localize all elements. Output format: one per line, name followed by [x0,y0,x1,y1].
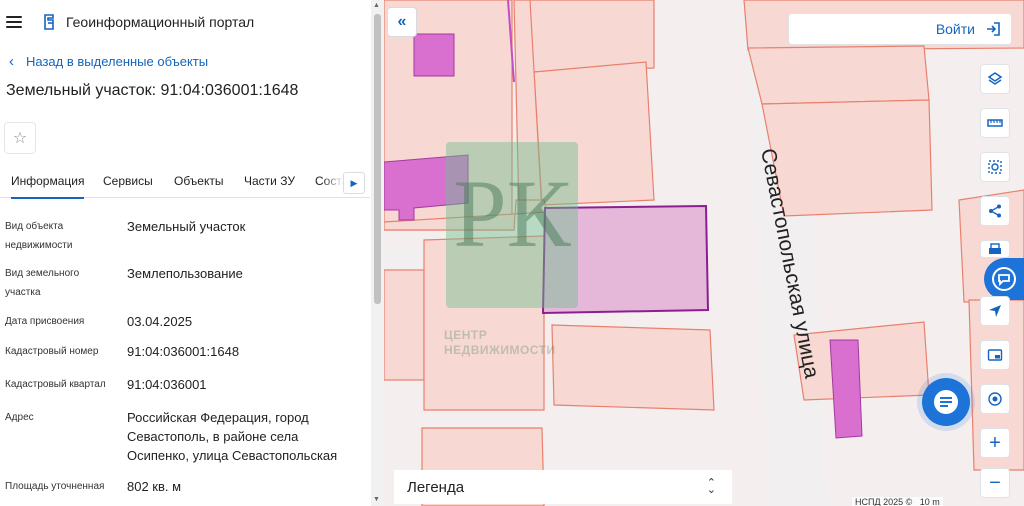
scale-label: 10 m [919,497,940,506]
map-canvas[interactable]: РК Севастопольская улица ЦЕНТР НЕДВИЖИМО… [384,0,1024,506]
parcel[interactable] [528,0,655,73]
info-row: Кадастровый квартал 91:04:036001 [5,375,365,395]
back-link-label: Назад в выделенные объекты [26,53,209,69]
watermark-letters: РК [453,160,571,267]
info-label: Площадь уточненная [5,481,105,492]
feedback-side-tab[interactable] [984,258,1024,300]
map-layer: РК Севастопольская улица [384,0,1024,506]
tab-information[interactable]: Информация [11,164,85,199]
info-row: Адрес Российская Федерация, город Севаст… [5,408,365,468]
watermark-line: НЕДВИЖИМОСТИ [444,343,556,357]
info-value: 03.04.2025 [127,314,193,329]
collapse-panel-button[interactable]: « [387,7,417,37]
parcel[interactable] [747,45,930,105]
print-button[interactable] [980,240,1010,258]
zoom-out-icon: − [989,471,1001,494]
login-icon [987,22,1000,36]
portal-logo-icon [44,14,54,30]
minimap-button[interactable] [980,340,1010,370]
scroll-up-icon[interactable]: ▲ [373,2,380,9]
ruler-button[interactable] [980,108,1010,138]
share-button[interactable] [980,196,1010,226]
tab-parts[interactable]: Части ЗУ [244,164,295,198]
top-bar: Геоинформационный портал [0,0,384,44]
info-row: Дата присвоения 03.04.2025 [5,312,365,332]
area-select-icon [988,160,1002,174]
info-label: Дата присвоения [5,316,85,327]
info-row: Вид земельного участка Землепользование [5,264,365,304]
minimap-icon [987,349,1003,361]
info-label: Вид земельного участка [5,268,80,298]
info-value: Российская Федерация, город Севастополь,… [127,410,338,463]
app-root: Геоинформационный портал ‹ Назад в выдел… [0,0,1024,506]
login-label: Войти [935,21,975,37]
info-value: 91:04:036001 [127,377,207,392]
zoom-in-icon: + [989,431,1001,454]
watermark-caption: ЦЕНТР НЕДВИЖИМОСТИ [444,328,556,358]
panel-scrollbar[interactable]: ▲ ▼ [371,0,384,506]
map-attribution: НСПД 2025 © 10 m [852,497,943,506]
info-row: Вид объекта недвижимости Земельный участ… [5,217,365,257]
tab-services[interactable]: Сервисы [103,164,153,198]
locate-button[interactable] [980,296,1010,326]
info-label: Вид объекта недвижимости [5,221,73,251]
parcel[interactable] [384,269,425,381]
area-select-button[interactable] [980,152,1010,182]
tab-bar: Информация Сервисы Объекты Части ЗУ Сост… [0,164,370,199]
attribution-text: НСПД 2025 © [855,497,913,506]
info-panel: Геоинформационный портал ‹ Назад в выдел… [0,0,384,506]
scroll-down-icon[interactable]: ▼ [373,496,380,503]
expand-collapse-icon[interactable]: ⌃ ⌄ [707,478,716,496]
info-row: Кадастровый номер 91:04:036001:1648 [5,342,365,362]
watermark-line: ЦЕНТР [444,328,488,342]
info-value: 802 кв. м [127,479,182,494]
locate-icon [989,305,1001,317]
print-icon [989,243,1001,254]
scrollbar-thumb[interactable] [374,14,381,304]
geo-pin-icon [988,392,1002,406]
info-value: Земельный участок [127,219,246,234]
zoom-in-button[interactable]: + [980,428,1010,458]
feedback-icon [992,267,1016,291]
chevron-left-icon: ‹ [9,52,14,70]
info-row: Площадь уточненная 802 кв. м [5,477,365,497]
page-title: Земельный участок: 91:04:036001:1648 [6,82,299,99]
share-icon [989,204,1001,218]
favorite-star-icon[interactable]: ☆ [4,122,36,154]
legend-label: Легенда [407,478,465,496]
menu-icon[interactable] [6,16,22,28]
login-button[interactable]: Войти [788,13,1012,45]
info-label: Адрес [5,412,34,423]
chat-button[interactable] [922,378,970,426]
chat-icon [934,390,958,414]
zoom-out-button[interactable]: − [980,468,1010,498]
geo-pin-button[interactable] [980,384,1010,414]
info-label: Кадастровый номер [5,346,99,357]
legend-panel[interactable]: Легенда ⌃ ⌄ [394,470,732,504]
tabs-scroll-right-icon[interactable]: ▶ [343,172,365,194]
back-link[interactable]: ‹ Назад в выделенные объекты [0,44,384,78]
portal-title: Геоинформационный портал [66,14,255,30]
info-label: Кадастровый квартал [5,379,106,390]
parcel[interactable] [551,324,715,411]
layers-icon [987,72,1003,85]
layers-button[interactable] [980,64,1010,94]
tab-fade [322,164,344,196]
ruler-icon [987,119,1003,127]
info-value: Землепользование [127,266,243,281]
building[interactable] [413,33,455,77]
tab-objects[interactable]: Объекты [174,164,224,198]
info-value: 91:04:036001:1648 [127,344,240,359]
building[interactable] [829,339,863,439]
